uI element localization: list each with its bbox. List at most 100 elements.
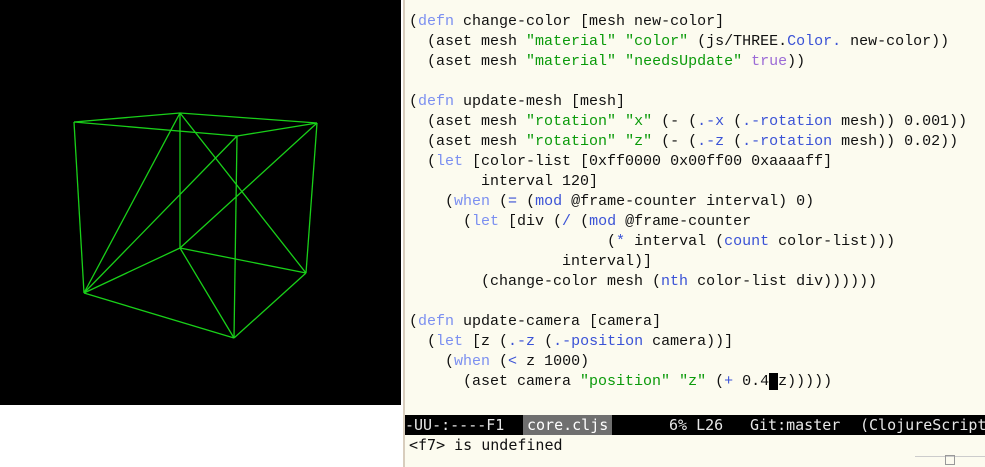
code-token: (aset mesh xyxy=(409,33,527,50)
cube-diagonal xyxy=(179,112,307,274)
cube-edge xyxy=(305,122,318,274)
code-token: "z" xyxy=(679,373,707,390)
code-token: ( xyxy=(409,13,419,30)
code-token: ( xyxy=(724,113,743,130)
code-token: defn xyxy=(418,13,455,30)
code-token: Color. xyxy=(787,33,842,50)
code-line[interactable] xyxy=(409,292,967,312)
mode-line-buffer-name[interactable]: core.cljs xyxy=(523,415,613,435)
cube-edge xyxy=(83,247,181,294)
code-buffer[interactable]: (defn change-color [mesh new-color] (ase… xyxy=(409,12,967,392)
code-line[interactable]: (defn change-color [mesh new-color] xyxy=(409,12,967,32)
code-token: .-z xyxy=(697,133,725,150)
code-token: true xyxy=(751,53,788,70)
code-token: (aset camera xyxy=(409,373,581,390)
code-token: z))))) xyxy=(778,373,833,390)
code-token: (aset mesh xyxy=(409,113,527,130)
code-token: ( xyxy=(517,193,536,210)
code-line[interactable]: (defn update-camera [camera] xyxy=(409,312,967,332)
code-line[interactable]: (when (= (mod @frame-counter interval) 0… xyxy=(409,192,967,212)
code-token: ( xyxy=(409,153,437,170)
code-token: ( xyxy=(409,353,455,370)
code-line[interactable]: (aset camera "position" "z" (+ 0.4 z))))… xyxy=(409,372,967,392)
mode-line-major-mode[interactable]: (ClojureScript xyxy=(860,415,985,435)
cube-edge xyxy=(233,135,238,339)
code-line[interactable] xyxy=(409,72,967,92)
code-line[interactable]: (change-color mesh (nth color-list div))… xyxy=(409,272,967,292)
code-token: @frame-counter interval) 0) xyxy=(562,193,815,210)
code-token: "needsUpdate" xyxy=(625,53,743,70)
code-token: mesh)) 0.02)) xyxy=(832,133,959,150)
code-line[interactable]: (defn update-mesh [mesh] xyxy=(409,92,967,112)
code-line[interactable]: interval)] xyxy=(409,252,967,272)
code-line[interactable]: (aset mesh "rotation" "x" (- (.-x (.-rot… xyxy=(409,112,967,132)
code-token: color-list))) xyxy=(769,233,896,250)
code-token: )) xyxy=(787,53,806,70)
code-token: [color-list [0xff0000 0x00ff00 0xaaaaff] xyxy=(463,153,833,170)
code-token: count xyxy=(724,233,770,250)
code-token: .-rotation xyxy=(742,113,833,130)
mode-line-position: 6% L26 xyxy=(669,416,724,434)
code-token: update-mesh [mesh] xyxy=(454,93,626,110)
code-token: + xyxy=(724,373,734,390)
code-token: .-position xyxy=(553,333,644,350)
mode-line-status: -UU-:----F1 xyxy=(405,416,505,434)
code-line[interactable]: (aset mesh "rotation" "z" (- (.-z (.-rot… xyxy=(409,132,967,152)
webgl-canvas[interactable] xyxy=(0,0,401,405)
mode-line: -UU-:----F1 core.cljs 6% L26 Git:master … xyxy=(405,415,985,435)
code-token: ( xyxy=(409,233,617,250)
code-token: z 1000) xyxy=(517,353,590,370)
code-token: ( xyxy=(706,373,725,390)
code-line[interactable]: (aset mesh "material" "needsUpdate" true… xyxy=(409,52,967,72)
cube-edge xyxy=(233,272,307,339)
code-token: (aset mesh xyxy=(409,133,527,150)
mode-line-vc-branch[interactable]: Git:master xyxy=(750,415,840,435)
code-line[interactable]: interval 120] xyxy=(409,172,967,192)
code-token: interval)] xyxy=(409,253,653,270)
code-token: mod xyxy=(535,193,563,210)
code-token: defn xyxy=(418,93,455,110)
code-token: "rotation" xyxy=(526,113,617,130)
wireframe-cube xyxy=(73,112,318,339)
cube-edge xyxy=(179,247,307,274)
code-token: "x" xyxy=(625,113,653,130)
cube-edge xyxy=(73,112,181,123)
code-token: when xyxy=(454,193,491,210)
code-token: let xyxy=(436,333,464,350)
code-token: update-camera [camera] xyxy=(454,313,662,330)
scroll-icon xyxy=(945,455,955,465)
code-token: [div ( xyxy=(499,213,563,230)
code-token: mesh)) 0.001)) xyxy=(832,113,968,130)
code-line[interactable]: (aset mesh "material" "color" (js/THREE.… xyxy=(409,32,967,52)
code-line[interactable]: (* interval (count color-list))) xyxy=(409,232,967,252)
minibuffer-message: <f7> is undefined xyxy=(409,436,563,454)
code-line[interactable]: (let [color-list [0xff0000 0x00ff00 0xaa… xyxy=(409,152,967,172)
code-token: ( xyxy=(409,333,437,350)
code-token: ( xyxy=(490,353,509,370)
cube-edge xyxy=(73,121,238,137)
code-token: ( xyxy=(409,193,455,210)
code-token: "color" xyxy=(625,33,689,50)
code-token: interval ( xyxy=(625,233,725,250)
code-token: when xyxy=(454,353,491,370)
cube-diagonal xyxy=(179,122,318,249)
code-token: ( xyxy=(409,213,473,230)
code-token: let xyxy=(436,153,464,170)
cube-edge xyxy=(73,121,85,294)
code-token: nth xyxy=(661,273,689,290)
code-token: "material" xyxy=(526,33,617,50)
code-line[interactable]: (let [div (/ (mod @frame-counter xyxy=(409,212,967,232)
code-line[interactable]: (when (< z 1000) xyxy=(409,352,967,372)
code-token: (js/THREE. xyxy=(688,33,788,50)
code-token: @frame-counter xyxy=(616,213,752,230)
code-line[interactable]: (let [z (.-z (.-position camera))] xyxy=(409,332,967,352)
code-token: ( xyxy=(535,333,554,350)
code-token: / xyxy=(562,213,572,230)
code-token: "z" xyxy=(625,133,653,150)
code-token: "position" xyxy=(580,373,671,390)
emacs-editor[interactable]: (defn change-color [mesh new-color] (ase… xyxy=(403,0,985,467)
code-token: defn xyxy=(418,313,455,330)
